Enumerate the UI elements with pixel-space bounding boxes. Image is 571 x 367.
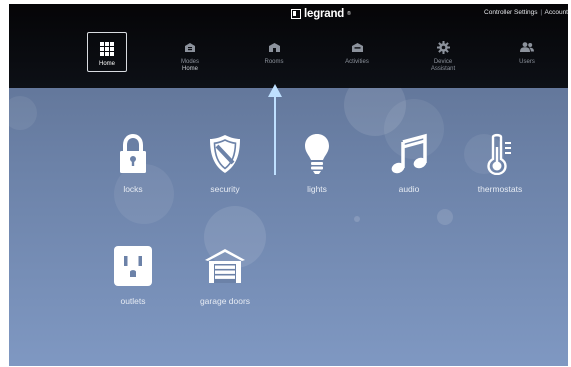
tile-thermostats-label: thermostats bbox=[477, 184, 523, 194]
bulb-icon bbox=[271, 126, 363, 182]
shield-icon bbox=[179, 126, 271, 182]
tile-security-label: security bbox=[210, 184, 240, 194]
outlet-icon bbox=[87, 238, 179, 294]
tile-outlets[interactable]: outlets bbox=[87, 238, 179, 338]
tile-garage-doors-label: garage doors bbox=[199, 296, 251, 306]
app-window: legrand ® Controller Settings | Account bbox=[9, 4, 568, 366]
lock-icon bbox=[87, 126, 179, 182]
tile-security[interactable]: security bbox=[179, 126, 271, 226]
device-grid: locks security lights audio thermostats … bbox=[9, 4, 568, 366]
tile-locks[interactable]: locks bbox=[87, 126, 179, 226]
tile-outlets-label: outlets bbox=[120, 296, 146, 306]
garage-door-icon bbox=[179, 238, 271, 294]
tile-lights[interactable]: lights bbox=[271, 126, 363, 226]
tile-audio[interactable]: audio bbox=[363, 126, 455, 226]
tile-garage-doors[interactable]: garage doors bbox=[179, 238, 271, 338]
thermometer-icon bbox=[454, 126, 546, 182]
music-note-icon bbox=[363, 126, 455, 182]
tile-audio-label: audio bbox=[398, 184, 420, 194]
tile-thermostats[interactable]: thermostats bbox=[454, 126, 546, 226]
tile-lights-label: lights bbox=[307, 184, 327, 194]
tile-locks-label: locks bbox=[123, 184, 143, 194]
